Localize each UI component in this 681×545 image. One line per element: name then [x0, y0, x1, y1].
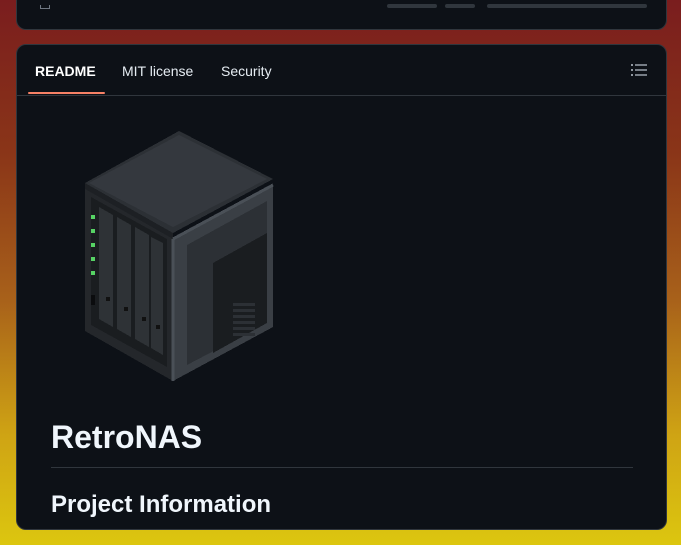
cropped-text [387, 4, 437, 8]
cropped-text [487, 4, 647, 8]
active-tab-underline [28, 92, 105, 94]
readme-panel: README MIT license Security RetroNAS Pro… [16, 44, 667, 530]
previous-panel [16, 0, 667, 30]
cropped-text [445, 4, 475, 8]
tab-readme[interactable]: README [35, 45, 96, 95]
list-unordered-icon[interactable] [629, 61, 649, 79]
section-heading: Project Information [51, 491, 272, 518]
file-icon [40, 5, 50, 9]
title-divider [51, 467, 633, 468]
tab-security[interactable]: Security [221, 45, 272, 95]
readme-tab-bar: README MIT license Security [17, 45, 666, 96]
readme-title: RetroNAS [51, 419, 203, 455]
tab-mit-license[interactable]: MIT license [122, 45, 193, 95]
retronas-logo-icon [85, 131, 274, 381]
